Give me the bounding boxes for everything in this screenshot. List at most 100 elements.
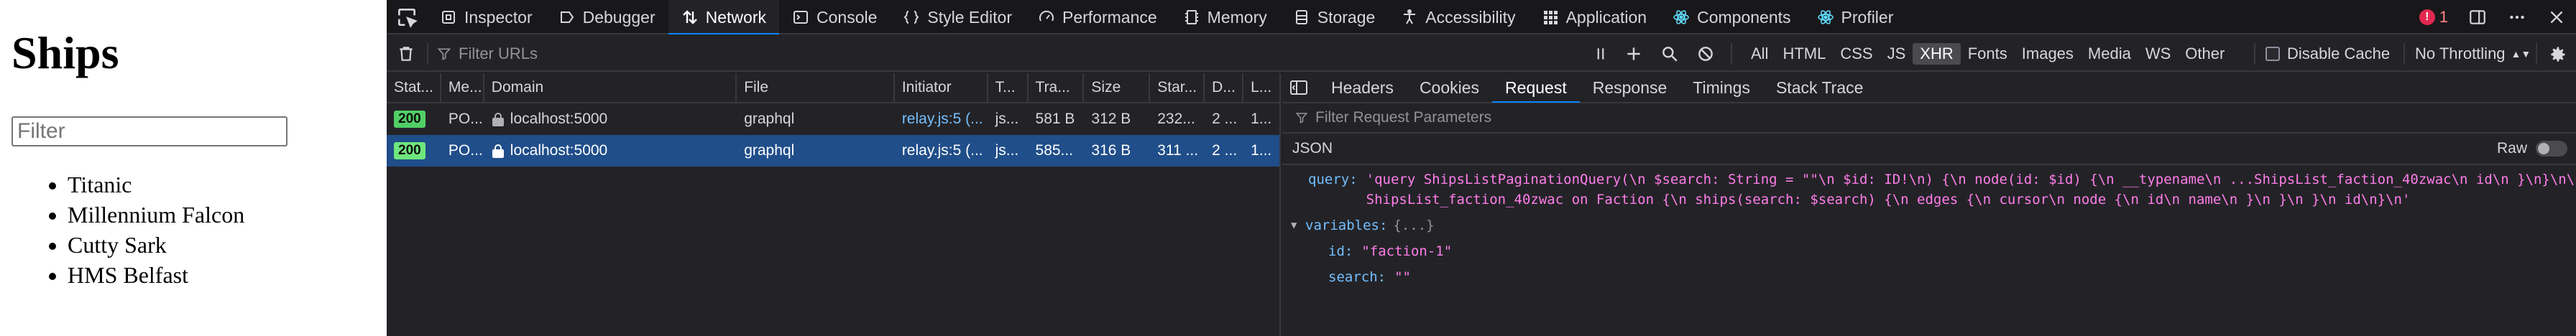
tab-debugger[interactable]: Debugger [546,0,668,34]
initiator-link[interactable]: relay.js:5 (... [902,111,983,128]
close-icon [2550,11,2563,24]
column-header-start[interactable]: Star... [1150,73,1205,102]
pause-icon[interactable] [1591,45,1610,63]
lock-icon [492,113,504,126]
filter-request-params-input[interactable]: Filter Request Parameters [1282,103,2576,134]
tab-console[interactable]: Console [779,0,890,34]
column-header-method[interactable]: Me... [441,73,484,102]
type-filter-js[interactable]: JS [1880,43,1913,65]
dock-side-icon [2470,10,2485,24]
tab-style-editor[interactable]: Style Editor [890,0,1025,34]
type-filter-ws[interactable]: WS [2138,43,2178,65]
tab-label: Network [705,7,766,27]
column-header-file[interactable]: File [737,73,895,102]
status-badge: 200 [394,111,426,128]
start-cell: 232... [1157,111,1195,127]
type-filter-all[interactable]: All [1744,43,1775,65]
tab-label: Profiler [1841,7,1894,27]
tab-stack-trace[interactable]: Stack Trace [1763,73,1876,103]
throttling-select[interactable]: No Throttling ▲▼ [2415,43,2531,65]
initiator-cell: relay.js:5 (... [895,103,988,135]
tab-memory[interactable]: Memory [1170,0,1280,34]
column-header-duration[interactable]: D... [1205,73,1244,102]
json-section-header: JSON Raw [1282,134,2576,165]
raw-toggle-switch[interactable] [2536,141,2567,157]
tab-label: Console [816,7,878,27]
json-string-value: 'query ShipsListPaginationQuery(\n $sear… [1366,172,2576,187]
type-filter-other[interactable]: Other [2178,43,2232,65]
react-profiler-icon [1817,10,1834,24]
toolbar-divider [427,43,428,65]
expand-arrow-icon[interactable]: ▼ [1291,215,1305,235]
tab-application[interactable]: Application [1529,0,1660,34]
dock-options-button[interactable] [2458,0,2497,34]
tab-cookies[interactable]: Cookies [1407,73,1492,103]
gear-icon[interactable] [2547,45,2567,65]
type-filter-images[interactable]: Images [2015,43,2081,65]
latency-cell: 1... [1251,111,1272,127]
method-cell: PO... [448,111,483,127]
domain-cell: localhost:5000 [484,103,737,135]
network-toolbar: Filter URLs All HTML CSS JS XHR Fonts Im… [387,36,2576,72]
json-string-value: "" [1394,269,1411,285]
json-row-variables[interactable]: ▼ variables: {...} [1282,215,2576,235]
element-picker-icon[interactable] [395,6,418,29]
details-tabbar: Headers Cookies Request Response Timings… [1282,73,2576,103]
disable-cache-checkbox[interactable]: Disable Cache [2266,43,2390,65]
tab-components[interactable]: Components [1660,0,1803,34]
initiator-cell: relay.js:5 (... [895,135,988,167]
tab-request[interactable]: Request [1492,73,1580,103]
type-filter-media[interactable]: Media [2081,43,2138,65]
json-key: variables: [1305,218,1388,233]
search-icon[interactable] [1660,45,1679,63]
ship-item: HMS Belfast [68,260,244,290]
disable-cache-label: Disable Cache [2287,45,2391,62]
type-filter-css[interactable]: CSS [1833,43,1880,65]
type-filter-xhr[interactable]: XHR [1913,43,1961,65]
type-filter-html[interactable]: HTML [1775,43,1833,65]
performance-icon [1039,10,1054,22]
tab-network[interactable]: Network [668,0,779,34]
block-requests-icon[interactable] [1696,45,1715,63]
column-header-size[interactable]: Size [1084,73,1151,102]
column-header-latency[interactable]: L... [1243,73,1279,102]
type-filter-fonts[interactable]: Fonts [1961,43,2015,65]
domain-text: localhost:5000 [510,142,608,159]
toolbox-controls: ! 1 [2409,0,2576,34]
console-icon [794,11,808,24]
tab-label: Style Editor [927,7,1012,27]
json-tree: query: 'query ShipsListPaginationQuery(\… [1282,165,2576,287]
raw-label: Raw [2496,140,2527,157]
clear-trash-icon[interactable] [397,45,415,63]
tab-response[interactable]: Response [1580,73,1680,103]
tab-performance[interactable]: Performance [1025,0,1170,34]
more-horizontal-icon [2510,15,2524,19]
tab-accessibility[interactable]: Accessibility [1388,0,1528,34]
ship-filter-input[interactable] [12,116,288,146]
tab-timings[interactable]: Timings [1680,73,1763,103]
network-icon [682,10,697,24]
request-type-filters: All HTML CSS JS XHR Fonts Images Media W… [1744,36,2232,72]
column-header-type[interactable]: T... [988,73,1029,102]
tab-headers[interactable]: Headers [1318,73,1407,103]
add-block-icon[interactable] [1624,45,1643,63]
more-options-button[interactable] [2497,0,2537,34]
tab-label: Inspector [464,7,533,27]
panel-toggle-icon[interactable] [1289,80,1308,95]
column-header-transferred[interactable]: Tra... [1029,73,1085,102]
column-header-status[interactable]: Stat... [387,73,441,102]
tab-profiler[interactable]: Profiler [1804,0,1907,34]
initiator-link[interactable]: relay.js:5 (... [902,142,983,159]
request-list-header: Stat... Me... Domain File Initiator T...… [387,73,1279,103]
column-header-domain[interactable]: Domain [484,73,737,102]
tab-inspector[interactable]: Inspector [427,0,546,34]
request-row-selected[interactable]: 200 PO... localhost:5000 graphql relay.j… [387,135,1279,167]
tab-label: Memory [1207,7,1267,27]
filter-urls-input[interactable]: Filter URLs [437,43,538,65]
request-details-panel: Headers Cookies Request Response Timings… [1282,73,2576,336]
column-header-initiator[interactable]: Initiator [895,73,988,102]
close-devtools-button[interactable] [2537,0,2576,34]
error-count-badge[interactable]: ! 1 [2409,0,2458,34]
request-row[interactable]: 200 PO... localhost:5000 graphql relay.j… [387,103,1279,135]
tab-storage[interactable]: Storage [1280,0,1389,34]
